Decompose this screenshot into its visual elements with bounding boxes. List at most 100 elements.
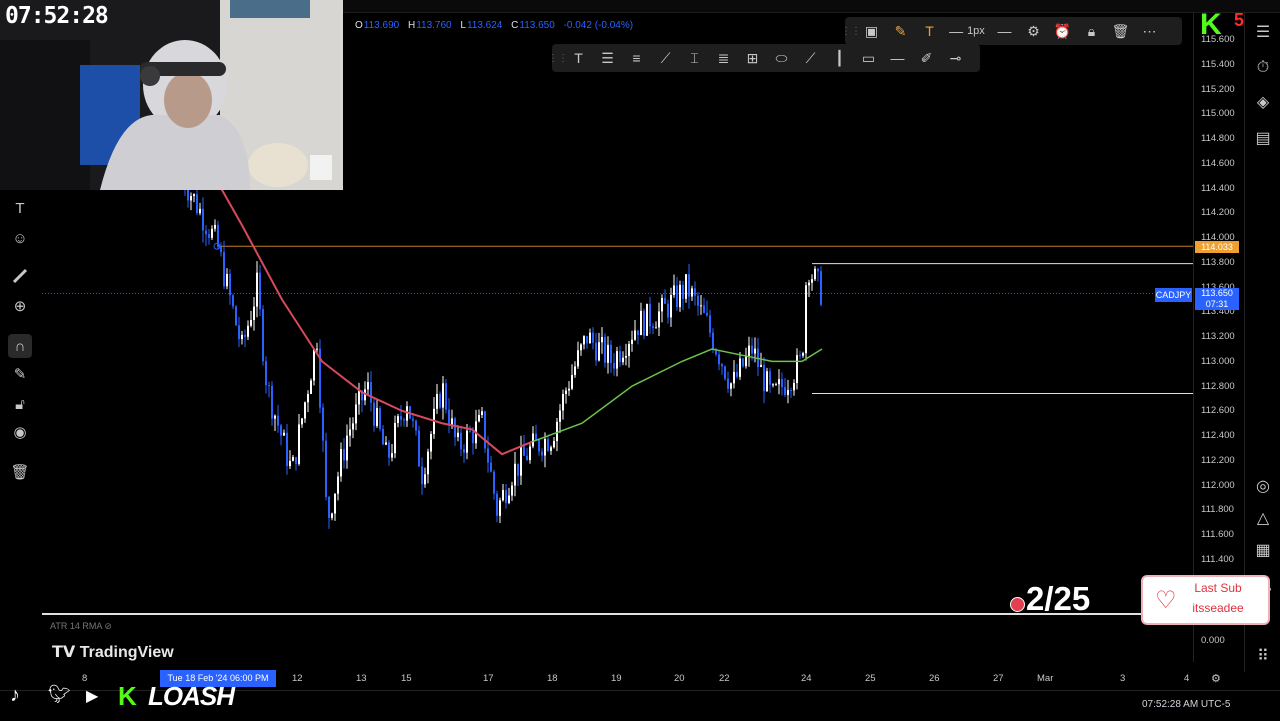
apps-grid-icon[interactable]: ⠿ [1251,644,1275,668]
candle-body [454,418,456,438]
candle-body [730,383,732,389]
candle-body [526,455,528,461]
candle-body [193,194,195,197]
layers-icon[interactable]: ◈ [1251,90,1275,114]
candle-body [352,423,354,430]
candle-body [739,358,741,377]
trendline-tool-icon[interactable]: ⟋ [651,44,680,72]
candle-body [226,274,228,287]
candle-body [241,334,243,340]
timezone-clock[interactable]: 07:52:28 AM UTC-5 [1142,699,1230,710]
price-tick: 115.200 [1201,83,1235,95]
lock-draw-icon[interactable]: ✎ [8,362,32,386]
fib-tool-icon[interactable]: ☰ [593,44,622,72]
candle-body [820,271,822,305]
close-value: 113.650 [519,20,555,31]
eye-off-icon[interactable]: ⊘ [104,621,112,631]
symbol-badge: CADJPY [1155,288,1192,302]
candle-body [703,305,705,313]
candle-body [274,415,276,419]
target-icon[interactable]: ◎ [1251,474,1275,498]
ideas-icon[interactable]: △ [1251,506,1275,530]
candle-body [787,390,789,395]
candle-body [505,490,507,504]
candle-body [613,363,615,369]
candle-body [337,476,339,494]
candle-body [397,416,399,424]
line-width-icon[interactable]: — 1px [944,17,990,45]
candle-body [421,466,423,485]
candle-body [619,351,621,363]
lock-icon[interactable]: 🔓︎ [8,392,32,416]
candle-body [721,364,723,367]
candle-body [577,350,579,367]
more-icon[interactable]: ⋯ [1135,17,1164,45]
candle-body [817,268,819,272]
line-style-icon[interactable]: — [990,17,1019,45]
candle-body [268,385,270,387]
candle-body [304,402,306,419]
rectangle-tool-icon[interactable]: ▭ [854,44,883,72]
tradingview-logo: 𝗧𝗩 TradingView [52,644,174,661]
channel-tool-icon[interactable]: ≡ [622,44,651,72]
price-range-tool-icon[interactable]: ⌶ [680,44,709,72]
text-tool-icon[interactable]: T [564,44,593,72]
candle-body [631,339,633,344]
candle-body [712,332,714,350]
candle-body [805,285,807,354]
last-sub-box: ♡ Last Sub itsseadee [1141,575,1270,625]
shape-tool-icon[interactable]: ⬭ [767,44,796,72]
candle-body [655,327,657,329]
drag-handle-icon[interactable]: ⋮⋮ [548,44,568,72]
candle-body [232,295,234,307]
candle-body [646,303,648,336]
candle-body [580,344,582,351]
horizontal-line-tool-icon[interactable]: — [883,44,912,72]
candle-body [697,295,699,306]
text-color-icon[interactable]: T [915,17,944,45]
candle-body [508,495,510,504]
candle-body [484,411,486,449]
price-tick: 112.400 [1201,430,1235,441]
ray-tool-icon[interactable]: ⟋ [796,44,825,72]
price-chart[interactable] [42,190,1193,613]
chat-icon[interactable] [1251,130,1275,154]
trash-icon[interactable]: 🗑︎ [8,460,32,484]
brush-tool-icon[interactable]: ✐ [912,44,941,72]
alert-icon[interactable]: ⏰ [1048,17,1077,45]
parallel-tool-icon[interactable]: ≣ [709,44,738,72]
candle-body [745,355,747,367]
calendar-icon[interactable]: ▦ [1251,538,1275,562]
candle-body [313,349,315,381]
magnet-icon[interactable]: ∩ [8,334,32,358]
candle-body [457,432,459,438]
candle-body [682,284,684,299]
pencil-color-icon[interactable]: ✎ [886,17,915,45]
emoji-icon[interactable]: ☺ [8,226,32,250]
candle-body [643,310,645,336]
pane-separator[interactable] [42,613,1193,615]
settings-icon[interactable]: ⚙ [1019,17,1048,45]
watchlist-icon[interactable]: ☰ [1251,20,1275,44]
lock-icon[interactable]: 🔒︎ [1077,17,1106,45]
delete-icon[interactable]: 🗑︎ [1106,17,1135,45]
time-axis-settings-icon[interactable]: ⚙ [1211,672,1221,685]
template-icon[interactable]: ▣ [857,17,886,45]
horizontal-ray-tool-icon[interactable]: ⊸ [941,44,970,72]
text-icon[interactable]: T [8,196,32,220]
eye-icon[interactable]: ◉ [8,420,32,444]
candle-body [265,361,267,386]
alerts-clock-icon[interactable]: ⏱ [1251,56,1275,80]
grid-tool-icon[interactable]: ⊞ [738,44,767,72]
candle-body [367,382,369,390]
candle-body [427,451,429,475]
ruler-icon[interactable] [8,264,32,288]
price-axis[interactable]: 115.600 115.400 115.200 115.000 114.800 114.6… [1193,12,1244,662]
candle-body [532,433,534,447]
candle-body [574,366,576,375]
candle-body [751,345,753,354]
last-price-badge: 113.650 07:31 [1195,288,1239,310]
zoom-icon[interactable]: ⊕ [8,294,32,318]
vertical-line-tool-icon[interactable]: ┃ [825,44,854,72]
drag-handle-icon[interactable]: ⋮⋮ [841,17,861,45]
